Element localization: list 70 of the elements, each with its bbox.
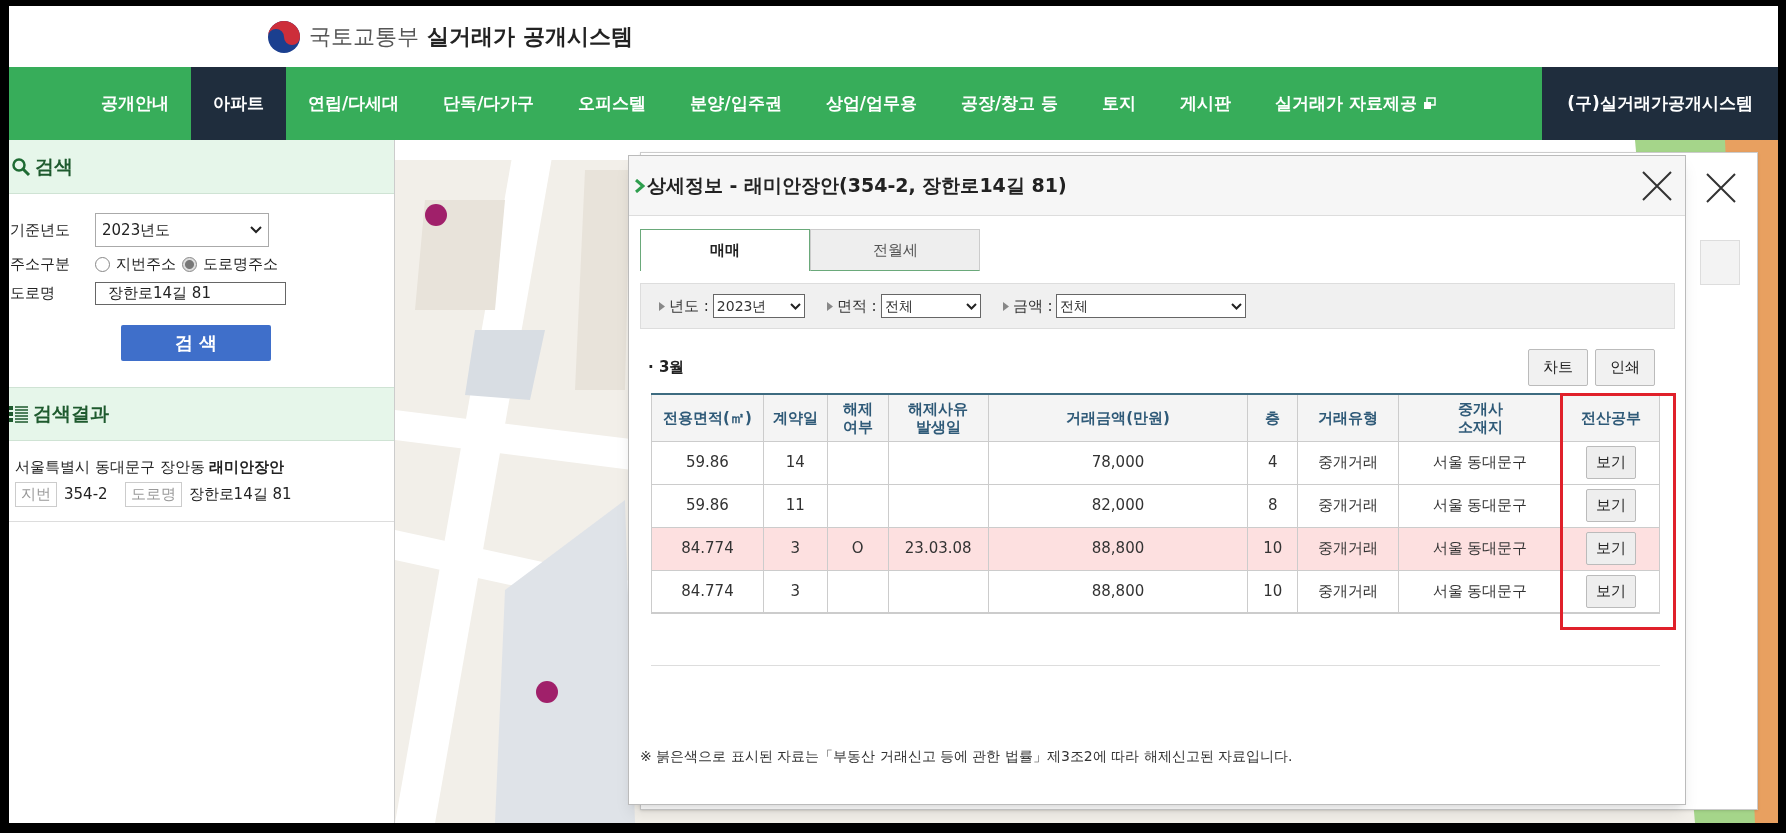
view-button[interactable]: 보기 [1585,446,1636,479]
nav-tab[interactable]: 아파트 [191,67,286,140]
table-cell: 14 [785,453,805,472]
column-header: 해제 여부 [827,394,889,441]
tag: 지번 [15,482,57,507]
table-cell: 중개거래 [1318,539,1379,558]
field-label: 주소구분 [10,254,71,275]
column-header: 층 [1247,394,1298,441]
table-cell: 중개거래 [1318,453,1379,472]
table-cell: 3 [790,539,801,558]
table-cell: 서울 동대문구 [1432,582,1528,600]
search-button[interactable]: 검 색 [121,324,271,361]
field-label: 도로명 [10,282,56,304]
view-button[interactable]: 보기 [1585,532,1636,565]
filter-label: 면적 : [836,295,877,317]
ministry-name: 국토교통부 [309,23,419,51]
table-cell: 59.86 [685,496,729,515]
table-cell: 중개거래 [1318,582,1379,600]
table-cell: 88,800 [1091,539,1145,558]
site-title: 실거래가 공개시스템 [427,23,633,51]
toolbar-button[interactable]: 인쇄 [1595,349,1655,386]
radio-label: 지번주소 [116,254,176,275]
table-cell: 11 [785,496,805,515]
year-select[interactable]: 2023년도 [95,213,269,247]
table-cell: 4 [1268,453,1278,472]
table-cell: 서울 동대문구 [1432,496,1528,515]
road-name-field[interactable]: 장한로14길 81 [95,281,286,305]
table-cell: 59.86 [685,453,729,472]
road-address: 장한로14길 81 [188,484,292,505]
table-cell: 84.774 [681,582,734,600]
section-title: 검색결과 [33,401,109,427]
tag: 도로명 [124,482,182,507]
column-header: 거래유형 [1297,394,1399,441]
table-cell: 서울 동대문구 [1432,539,1528,558]
view-button[interactable]: 보기 [1585,574,1636,608]
table-cell: 3 [790,582,801,600]
nav-link[interactable]: (구)실거래가공개시스템 [1542,67,1778,140]
table-cell: 10 [1263,539,1283,558]
footnote: ※ 붉은색으로 표시된 자료는「부동산 거래신고 등에 관한 법률」제3조2에 따라 해제신고된 자료입니다. [640,747,1294,766]
filter-select[interactable]: 전체 [1056,294,1247,318]
table-cell: 8 [1268,496,1278,515]
lot-number: 354-2 [64,484,108,505]
column-header: 전용면적(㎡) [651,394,764,441]
table-cell: 82,000 [1091,496,1145,515]
result-address[interactable]: 서울특별시 동대문구 장안동 래미안장안 [15,455,388,478]
column-header: 거래금액(만원) [988,394,1248,441]
section-title: 검색 [35,154,73,180]
dialog-title: 상세정보 - 래미안장안(354-2, 장한로14길 81) [647,173,1067,199]
table-cell: O [851,539,864,558]
table-cell: 88,800 [1091,582,1145,600]
field-label: 기준년도 [10,219,71,241]
table-cell: 78,000 [1091,453,1145,472]
toolbar-button[interactable]: 차트 [1528,349,1588,386]
table-cell: 중개거래 [1318,496,1379,515]
column-header: 전산공부 [1561,394,1660,441]
month-heading: · 3월 [648,357,685,379]
tab[interactable]: 전월세 [810,229,980,271]
filter-label: 년도 : [669,295,709,317]
view-button[interactable]: 보기 [1585,489,1636,522]
column-header: 해제사유 발생일 [888,394,989,441]
table-cell: 84.774 [681,539,734,558]
tab[interactable]: 매매 [640,229,810,271]
column-header: 계약일 [763,394,828,441]
filter-select[interactable]: 2023년 [712,294,805,318]
radio-label: 도로명주소 [203,254,278,275]
table-cell: 서울 동대문구 [1432,453,1528,472]
table-cell: 10 [1263,582,1283,600]
filter-label: 금액 : [1012,295,1053,317]
table-cell: 23.03.08 [904,539,972,558]
filter-select[interactable]: 전체 [880,294,981,318]
